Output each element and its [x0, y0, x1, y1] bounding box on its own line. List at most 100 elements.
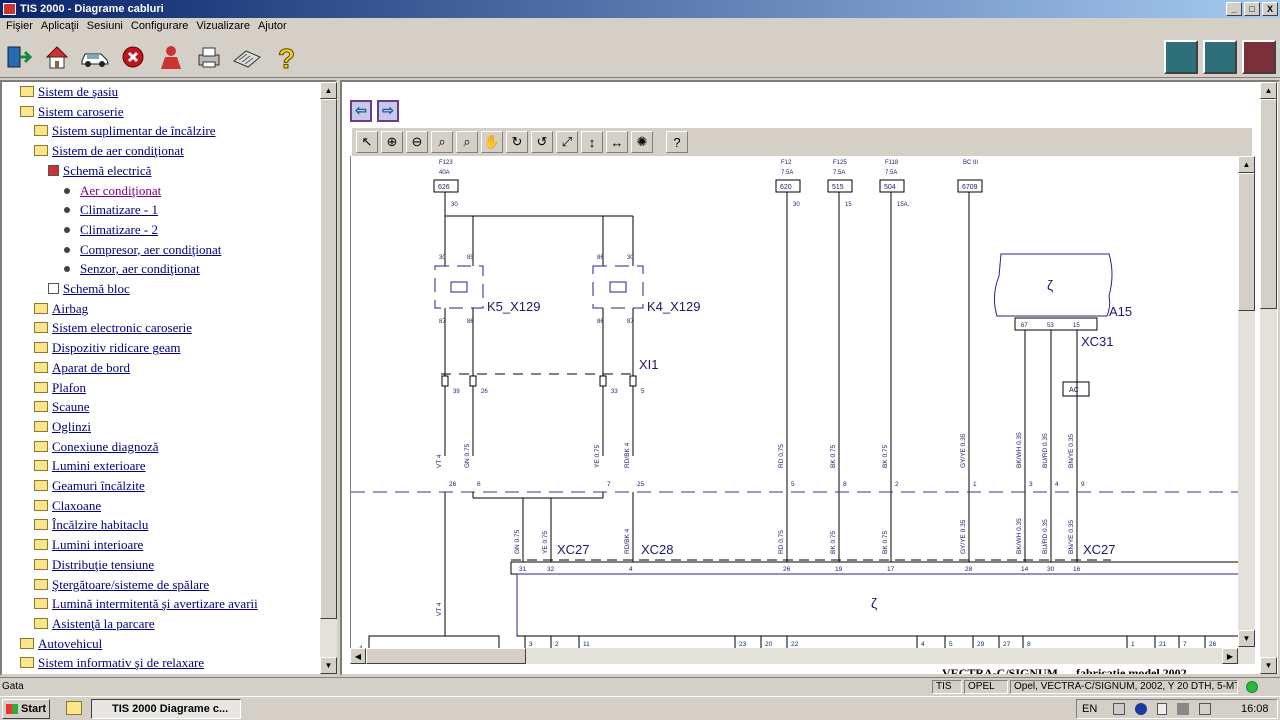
tree-item[interactable]: Geamuri încălzite: [34, 476, 145, 495]
module-3-icon[interactable]: [1242, 40, 1276, 74]
pane-scrollbar[interactable]: ▲ ▼: [1260, 82, 1277, 674]
tree-item[interactable]: Plafon: [34, 378, 86, 397]
tree-item-label[interactable]: Sistem suplimentar de încălzire: [52, 123, 216, 138]
tree-scrollbar[interactable]: ▲ ▼: [320, 82, 337, 674]
home-icon[interactable]: [40, 40, 74, 74]
highlight-icon[interactable]: ✺: [631, 131, 653, 153]
zoom-out-icon[interactable]: ⊖: [406, 131, 428, 153]
tree-item-label[interactable]: Ştergătoare/sisteme de spălare: [52, 577, 209, 592]
tree-item[interactable]: Sistem de aer condiţionat: [34, 141, 184, 160]
scroll-down-button[interactable]: ▼: [320, 657, 337, 674]
help-icon[interactable]: ?: [270, 40, 304, 74]
tray-device-icon[interactable]: [1199, 703, 1211, 715]
maximize-button[interactable]: □: [1244, 2, 1260, 16]
tree-item-label[interactable]: Lumini exterioare: [52, 458, 146, 473]
tray-volume-icon[interactable]: [1177, 703, 1189, 715]
quick-launch-folder-icon[interactable]: [66, 701, 82, 715]
tree-item-label[interactable]: Oglinzi: [52, 419, 91, 434]
menu-sesiuni[interactable]: Sesiuni: [85, 18, 129, 36]
tree-item-label[interactable]: Scaune: [52, 399, 90, 414]
tree-item[interactable]: Senzor, aer condiţionat: [64, 259, 200, 278]
diagram-scroll-right[interactable]: ▶: [1222, 648, 1238, 664]
tree-item[interactable]: Lumină intermitentă şi avertizare avarii: [34, 594, 258, 613]
tree-item[interactable]: Sistem de şasiu: [20, 82, 118, 101]
person-icon[interactable]: [154, 40, 188, 74]
tree-item[interactable]: Lumini interioare: [34, 535, 143, 554]
diagram-scroll-left[interactable]: ◀: [350, 648, 366, 664]
tree-item-label[interactable]: Încălzire habitaclu: [52, 517, 148, 532]
diagram-hscrollbar[interactable]: ◀ ▶: [350, 648, 1238, 664]
diagram-vscroll-thumb[interactable]: [1238, 173, 1255, 311]
tree-item[interactable]: Sistem electronic caroserie: [34, 318, 192, 337]
tree-item[interactable]: Climatizare - 1: [64, 200, 158, 219]
diagram-hscroll-thumb[interactable]: [366, 648, 526, 664]
tree-item-label[interactable]: Conexiune diagnoză: [52, 439, 159, 454]
exit-icon[interactable]: [2, 40, 36, 74]
menu-configurare[interactable]: Configurare: [129, 18, 194, 36]
tree-item-label[interactable]: Sistem informativ şi de relaxare: [38, 655, 204, 670]
tree-item[interactable]: Schemă electrică: [48, 161, 151, 180]
rotate-ccw-icon[interactable]: ↺: [531, 131, 553, 153]
tree-item-label[interactable]: Climatizare - 1: [80, 202, 158, 217]
fit-page-icon[interactable]: ⤢: [556, 131, 578, 153]
tree-item[interactable]: Oglinzi: [34, 417, 91, 436]
tree-item[interactable]: Sistem suplimentar de încălzire: [34, 121, 216, 140]
tree-item-label[interactable]: Sistem electronic caroserie: [52, 320, 192, 335]
tree-item[interactable]: Aparat de bord: [34, 358, 130, 377]
menu-ajutor[interactable]: Ajutor: [256, 18, 293, 36]
help-icon[interactable]: ?: [666, 131, 688, 153]
zoom-icon[interactable]: ⌕: [431, 131, 453, 153]
tree-item-label[interactable]: Climatizare - 2: [80, 222, 158, 237]
tree-item-label[interactable]: Aer condiţionat: [80, 183, 161, 198]
tree-item[interactable]: Compresor, aer condiţionat: [64, 240, 221, 259]
tree-item-label[interactable]: Plafon: [52, 380, 86, 395]
diagram-vscrollbar[interactable]: ▲ ▼: [1238, 156, 1255, 664]
tree-item[interactable]: Airbag: [34, 299, 88, 318]
tree-item-label[interactable]: Sistem de aer condiţionat: [52, 143, 184, 158]
diagram-scroll-down[interactable]: ▼: [1238, 630, 1255, 647]
tree-item-label[interactable]: Dispozitiv ridicare geam: [52, 340, 181, 355]
tree-item[interactable]: Autovehicul: [20, 634, 102, 653]
tree-item[interactable]: Sistem informativ şi de relaxare: [20, 653, 204, 672]
tree-item-label[interactable]: Lumină intermitentă şi avertizare avarii: [52, 596, 258, 611]
scroll-up-button[interactable]: ▲: [320, 82, 337, 99]
tree-item[interactable]: Dispozitiv ridicare geam: [34, 338, 181, 357]
scroll-thumb[interactable]: [320, 99, 337, 619]
language-indicator[interactable]: EN: [1082, 700, 1097, 718]
tree-item[interactable]: Claxoane: [34, 496, 101, 515]
diagram-scroll-up[interactable]: ▲: [1238, 156, 1255, 173]
tree-item-label[interactable]: Asistenţă la parcare: [52, 616, 155, 631]
tray-bluetooth-icon[interactable]: [1135, 703, 1147, 715]
tree-item-label[interactable]: Schemă electrică: [63, 163, 151, 178]
tree-item-label[interactable]: Lumini interioare: [52, 537, 143, 552]
menu-vizualizare[interactable]: Vizualizare: [194, 18, 256, 36]
pan-hand-icon[interactable]: ✋: [481, 131, 503, 153]
fit-width-icon[interactable]: ↔: [606, 131, 628, 153]
pane-scroll-thumb[interactable]: [1260, 99, 1277, 309]
menu-fisier[interactable]: Fişier: [4, 18, 39, 36]
keyboard-icon[interactable]: [230, 40, 264, 74]
close-button[interactable]: X: [1262, 2, 1278, 16]
tree-item-label[interactable]: Claxoane: [52, 498, 101, 513]
tree-item-label[interactable]: Distribuţie tensiune: [52, 557, 154, 572]
forward-arrow-icon[interactable]: ⇨: [377, 100, 399, 122]
tree-item[interactable]: Asistenţă la parcare: [34, 614, 155, 633]
zoom-fit-icon[interactable]: ⌕: [456, 131, 478, 153]
tree-item-label[interactable]: Sistem de şasiu: [38, 84, 118, 99]
tree-item[interactable]: Schemă bloc: [48, 279, 130, 298]
rotate-cw-icon[interactable]: ↻: [506, 131, 528, 153]
tree-item[interactable]: Distribuţie tensiune: [34, 555, 154, 574]
tree-item[interactable]: Conexiune diagnoză: [34, 437, 159, 456]
minimize-button[interactable]: _: [1226, 2, 1242, 16]
tree-item-label[interactable]: Compresor, aer condiţionat: [80, 242, 221, 257]
tree-item[interactable]: Lumini exterioare: [34, 456, 146, 475]
select-arrow-icon[interactable]: ↖: [356, 131, 378, 153]
pane-scroll-down[interactable]: ▼: [1260, 657, 1277, 674]
tree-item-label[interactable]: Aparat de bord: [52, 360, 130, 375]
tree-item-label[interactable]: Geamuri încălzite: [52, 478, 145, 493]
start-button[interactable]: Start: [2, 699, 50, 719]
tree-item-label[interactable]: Airbag: [52, 301, 88, 316]
tree-item[interactable]: Încălzire habitaclu: [34, 515, 148, 534]
menu-aplicatii[interactable]: Aplicaţii: [39, 18, 85, 36]
module-1-icon[interactable]: [1164, 40, 1198, 74]
